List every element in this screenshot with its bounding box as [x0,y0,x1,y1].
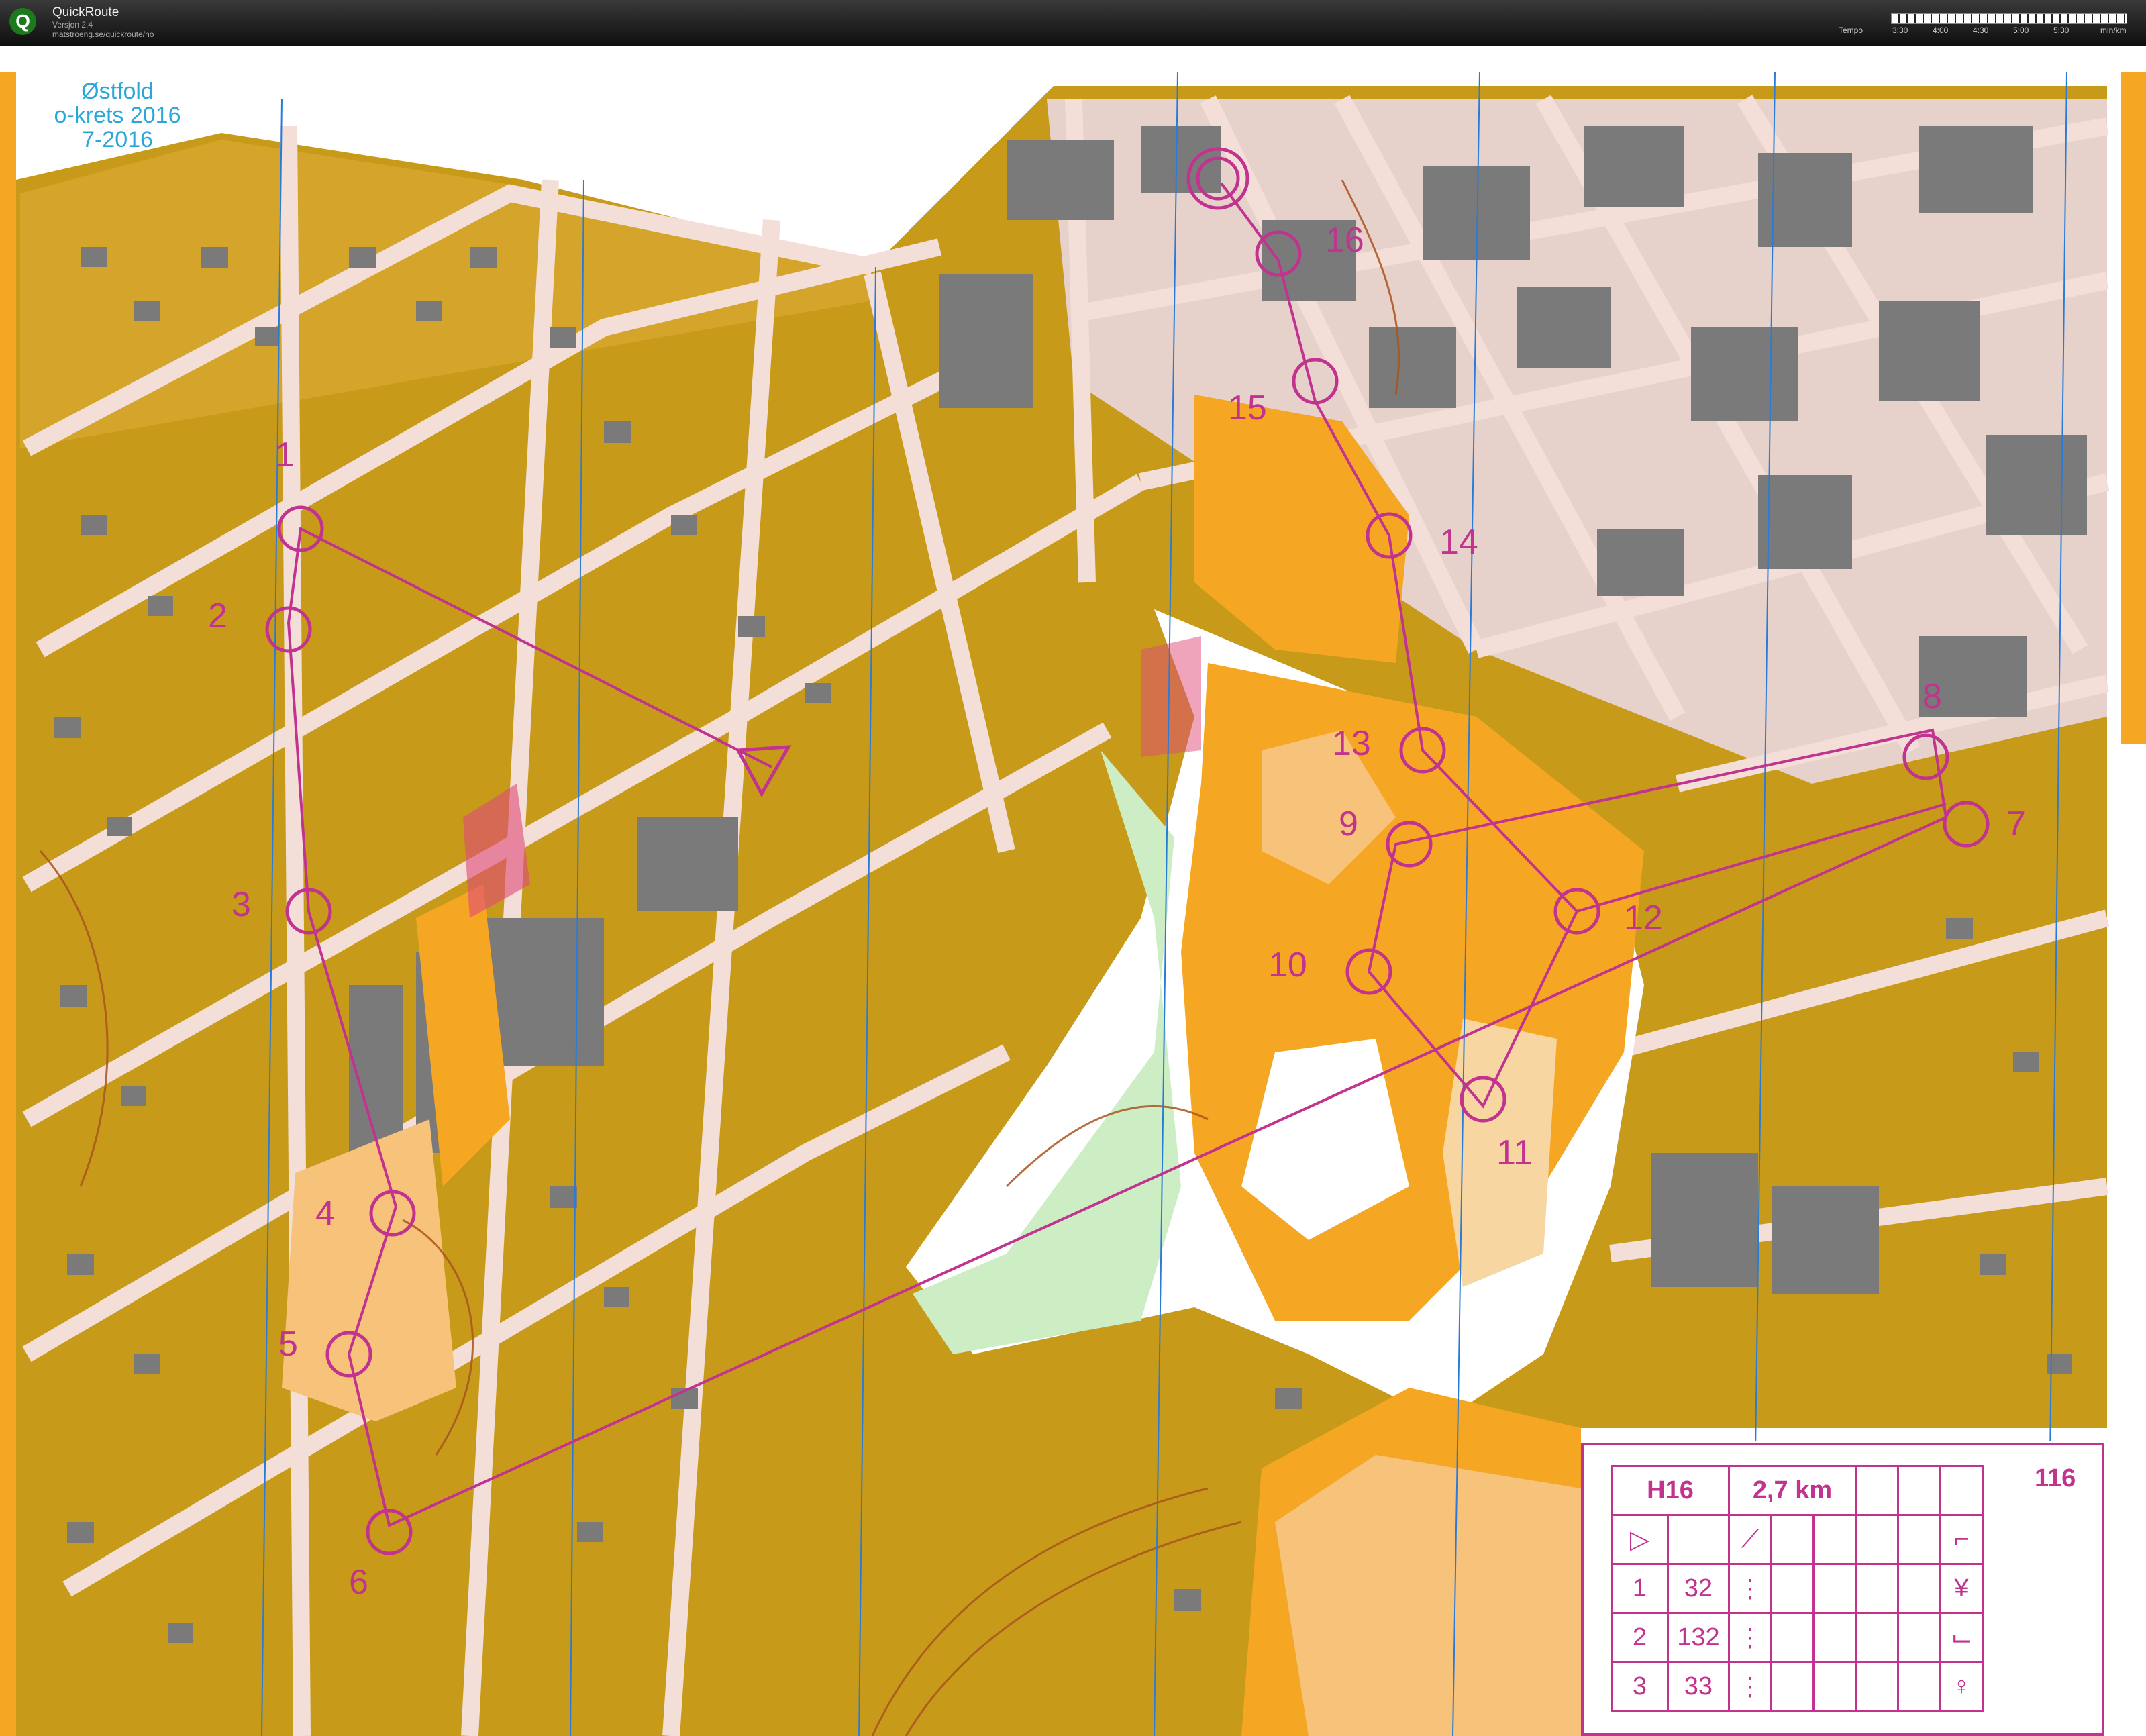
control-code: 32 [1666,1563,1731,1614]
app-title: QuickRoute [52,5,119,19]
title-bar: Q QuickRoute Versjon 2.4 matstroeng.se/q… [0,0,2146,46]
control-number: 13 [1332,724,1371,763]
control-seq: 2 [1611,1612,1669,1663]
terrain-icon: ⋮ [1728,1563,1772,1614]
control-number: 4 [315,1194,335,1233]
legend-cell [1855,1514,1899,1565]
quickroute-logo-icon: Q [9,8,36,35]
control-number: 15 [1228,389,1267,427]
corner-icon: ⌙ [1939,1612,1984,1663]
tempo-tick: 5:30 [2053,25,2070,35]
control-description-table: H16 2,7 km ▷ ⟋ ⌐ 1 32 ⋮ ¥ 2 132 ⋮ ⌙ 3 33… [1611,1465,1984,1712]
control-number: 2 [208,597,227,635]
control-number: 1 [275,436,295,474]
map-header-line: 7-2016 [82,127,153,152]
control-code: 33 [1666,1661,1731,1712]
tempo-tick: 4:30 [1973,25,1989,35]
control-number: 14 [1439,523,1478,562]
quickroute-window: Q QuickRoute Versjon 2.4 matstroeng.se/q… [0,0,2146,1736]
legend-cell [1855,1612,1899,1663]
legend-control-row: 1 32 ⋮ ¥ [1611,1563,1984,1614]
legend-cell [1770,1612,1815,1663]
tempo-tick: 3:30 [1892,25,1908,35]
legend-cell [1855,1465,1899,1516]
legend-cell [1855,1661,1899,1712]
course-distance: 2,7 km [1728,1465,1857,1516]
legend-header-row: H16 2,7 km [1611,1465,1984,1516]
control-number: 10 [1268,946,1307,984]
terrain-icon: ⋮ [1728,1661,1772,1712]
control-number: 3 [232,885,251,924]
legend-cell [1897,1563,1941,1614]
legend-cell [1812,1563,1857,1614]
legend-cell [1812,1661,1857,1712]
orienteering-map[interactable]: Østfold o-krets 2016 7-2016 1 2 3 4 5 6 … [0,46,2146,1736]
legend-cell [1939,1465,1984,1516]
course-class: H16 [1611,1465,1730,1516]
terrain-icon: ⋮ [1728,1612,1772,1663]
legend-cell [1855,1563,1899,1614]
control-seq: 1 [1611,1563,1669,1614]
map-header-line: o-krets 2016 [54,103,181,128]
legend-cell [1812,1514,1857,1565]
control-seq: 3 [1611,1661,1669,1712]
control-number: 12 [1624,899,1663,937]
legend-cell [1770,1563,1815,1614]
corner-icon: ⌐ [1939,1514,1984,1565]
tempo-label: Tempo [1839,25,1863,35]
control-number: 9 [1339,805,1358,844]
app-url: matstroeng.se/quickroute/no [52,30,154,39]
legend-cell [1897,1612,1941,1663]
legend-cell [1770,1661,1815,1712]
tree-icon: ♀ [1939,1661,1984,1712]
foot-icon: ¥ [1939,1563,1984,1614]
control-number: 16 [1325,221,1364,260]
legend-cell [1897,1514,1941,1565]
legend-control-row: 3 33 ⋮ ♀ [1611,1661,1984,1712]
control-number: 8 [1923,677,1942,716]
tempo-unit: min/km [2100,25,2127,35]
control-code: 132 [1666,1612,1731,1663]
map-header: Østfold o-krets 2016 7-2016 [40,79,195,152]
legend-cell [1897,1465,1941,1516]
legend-cell [1770,1514,1815,1565]
tempo-color-bar [1891,13,2127,24]
course-number: 116 [2035,1464,2076,1492]
control-number: 7 [2006,805,2026,844]
legend-control-row: 2 132 ⋮ ⌙ [1611,1612,1984,1663]
tempo-tick: 5:00 [2013,25,2029,35]
control-number: 5 [278,1325,298,1364]
tempo-scale: Tempo 3:30 4:00 4:30 5:00 5:30 min/km [1839,9,2134,40]
start-symbol: ▷ [1611,1514,1669,1565]
control-number: 6 [349,1563,368,1602]
tempo-tick: 4:00 [1933,25,1949,35]
control-number: 11 [1496,1133,1533,1172]
legend-start-row: ▷ ⟋ ⌐ [1611,1514,1984,1565]
app-version: Versjon 2.4 [52,20,93,30]
slope-icon: ⟋ [1728,1514,1772,1565]
map-header-line: Østfold [81,79,154,104]
legend-cell [1897,1661,1941,1712]
legend-cell [1666,1514,1731,1565]
legend-cell [1812,1612,1857,1663]
